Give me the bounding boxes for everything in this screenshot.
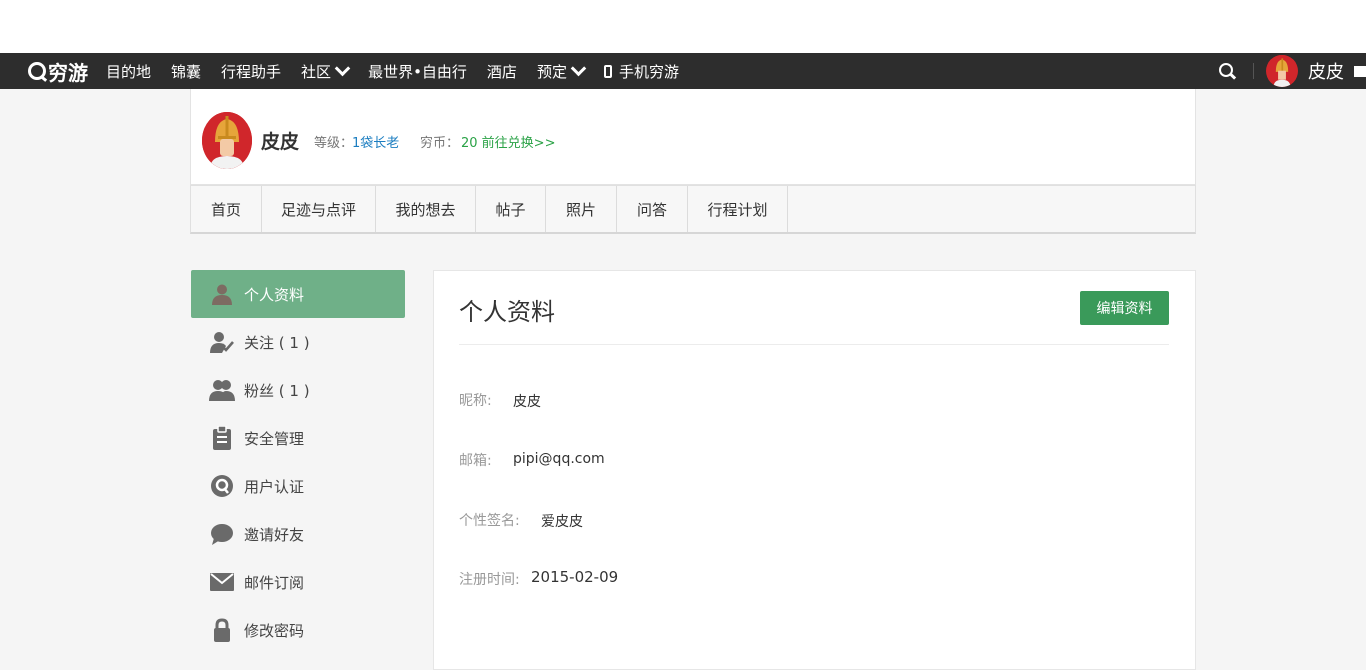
title-divider: [459, 344, 1169, 345]
tab-label: 照片: [565, 200, 596, 219]
nav-label: 目的地: [106, 62, 152, 81]
nav-hotel[interactable]: 酒店: [487, 61, 517, 82]
coin-exchange-link[interactable]: 20 前往兑换>>: [461, 132, 555, 151]
tab-footprints-reviews[interactable]: 足迹与点评: [262, 186, 376, 232]
tab-label: 足迹与点评: [280, 200, 356, 219]
profile-header: 皮皮 等级： 1袋长老 穷币： 20 前往兑换>>: [190, 89, 1196, 185]
lock-icon: [208, 618, 236, 642]
sidebar-item-label: 安全管理: [244, 429, 305, 448]
nav-label: 手机穷游: [618, 62, 679, 81]
chat-bubble-icon: [208, 523, 236, 545]
nav-user-name[interactable]: 皮皮: [1308, 58, 1344, 84]
nav-avatar[interactable]: [1266, 55, 1298, 87]
edit-profile-button[interactable]: 编辑资料: [1080, 291, 1169, 325]
users-icon: [208, 379, 236, 401]
sidebar-item-label: 粉丝 ( 1 ): [244, 381, 310, 400]
user-check-icon: [208, 331, 236, 353]
sidebar-item-following[interactable]: 关注 ( 1 ): [191, 318, 405, 366]
nav-label: 最世界•自由行: [368, 62, 467, 81]
nav-mobile-app[interactable]: 手机穷游: [603, 61, 679, 82]
phone-icon: [603, 64, 612, 78]
nav-trip-assistant[interactable]: 行程助手: [221, 61, 281, 82]
nav-label: 预定: [536, 62, 567, 81]
tab-posts[interactable]: 帖子: [476, 186, 546, 232]
nav-community[interactable]: 社区: [301, 60, 351, 82]
tab-qa[interactable]: 问答: [617, 186, 688, 232]
tab-home[interactable]: 首页: [191, 186, 262, 232]
nav-destinations[interactable]: 目的地: [106, 61, 151, 82]
warrior-avatar-icon: [1267, 55, 1297, 87]
level-link[interactable]: 1袋长老: [352, 132, 399, 151]
email-value: pipi@qq.com: [513, 451, 605, 467]
tab-trip-plans[interactable]: 行程计划: [688, 186, 788, 232]
signature-value: 爱皮皮: [541, 514, 583, 530]
clipboard-icon: [208, 426, 236, 450]
sidebar-item-label: 关注 ( 1 ): [244, 333, 310, 352]
mail-icon[interactable]: [1354, 65, 1366, 77]
register-date-value: 2015-02-09: [531, 568, 619, 586]
tab-photos[interactable]: 照片: [546, 186, 617, 232]
coin-label: 穷币：: [420, 136, 460, 151]
top-navbar: 穷游 目的地 锦囊 行程助手 社区 最世界•自由行 酒店 预定 手机穷游 皮皮: [0, 53, 1366, 89]
profile-tabs: 首页 足迹与点评 我的想去 帖子 照片 问答 行程计划: [190, 185, 1196, 234]
sidebar-item-label: 修改密码: [244, 621, 305, 640]
sidebar-item-verification[interactable]: 用户认证: [191, 462, 405, 510]
warrior-avatar-icon: [202, 112, 252, 169]
nav-label: 行程助手: [221, 62, 282, 81]
sidebar-item-fans[interactable]: 粉丝 ( 1 ): [191, 366, 405, 414]
profile-content-panel: 个人资料 编辑资料 昵称: 皮皮 邮箱: pipi@qq.com 个性签名: 爱…: [433, 270, 1196, 670]
nav-guides[interactable]: 锦囊: [171, 61, 201, 82]
sidebar: 个人资料 关注 ( 1 ) 粉丝 ( 1 ) 安全管理 用户认证 邀请好友 邮件…: [191, 270, 405, 654]
site-logo[interactable]: 穷游: [28, 58, 88, 85]
sidebar-item-security[interactable]: 安全管理: [191, 414, 405, 462]
user-icon: [208, 283, 236, 305]
sidebar-item-change-password[interactable]: 修改密码: [191, 606, 405, 654]
sidebar-item-label: 个人资料: [244, 285, 305, 304]
q-logo-icon: [28, 62, 46, 80]
page-title: 个人资料: [459, 298, 555, 326]
sidebar-item-invite[interactable]: 邀请好友: [191, 510, 405, 558]
sidebar-item-label: 邮件订阅: [244, 573, 305, 592]
sidebar-item-label: 用户认证: [244, 477, 305, 496]
tab-wish-list[interactable]: 我的想去: [376, 186, 476, 232]
signature-label: 个性签名:: [459, 513, 520, 529]
envelope-icon: [208, 573, 236, 591]
tab-label: 问答: [636, 200, 667, 219]
tab-label: 首页: [210, 200, 241, 219]
sidebar-item-label: 邀请好友: [244, 525, 305, 544]
nav-label: 社区: [301, 62, 332, 81]
profile-name: 皮皮: [261, 131, 300, 153]
tab-label: 行程计划: [707, 200, 768, 219]
sidebar-item-profile[interactable]: 个人资料: [191, 270, 405, 318]
q-badge-icon: [208, 474, 236, 498]
nav-divider: [1253, 63, 1254, 79]
nickname-value: 皮皮: [513, 394, 541, 410]
sidebar-item-email-subscription[interactable]: 邮件订阅: [191, 558, 405, 606]
nav-label: 酒店: [486, 62, 517, 81]
chevron-down-icon: [334, 60, 351, 77]
email-label: 邮箱:: [459, 453, 492, 469]
chevron-down-icon: [570, 60, 587, 77]
nav-label: 锦囊: [171, 62, 202, 81]
level-label: 等级：: [314, 136, 354, 151]
nickname-label: 昵称:: [459, 393, 492, 409]
nav-booking[interactable]: 预定: [536, 60, 587, 82]
tab-label: 我的想去: [395, 200, 456, 219]
register-date-label: 注册时间:: [459, 572, 520, 588]
profile-avatar[interactable]: [202, 112, 252, 169]
search-icon[interactable]: [1219, 63, 1235, 79]
top-blank-area: [0, 0, 1366, 53]
nav-free-travel[interactable]: 最世界•自由行: [368, 61, 467, 82]
tab-label: 帖子: [495, 200, 526, 219]
logo-text: 穷游: [48, 60, 88, 85]
